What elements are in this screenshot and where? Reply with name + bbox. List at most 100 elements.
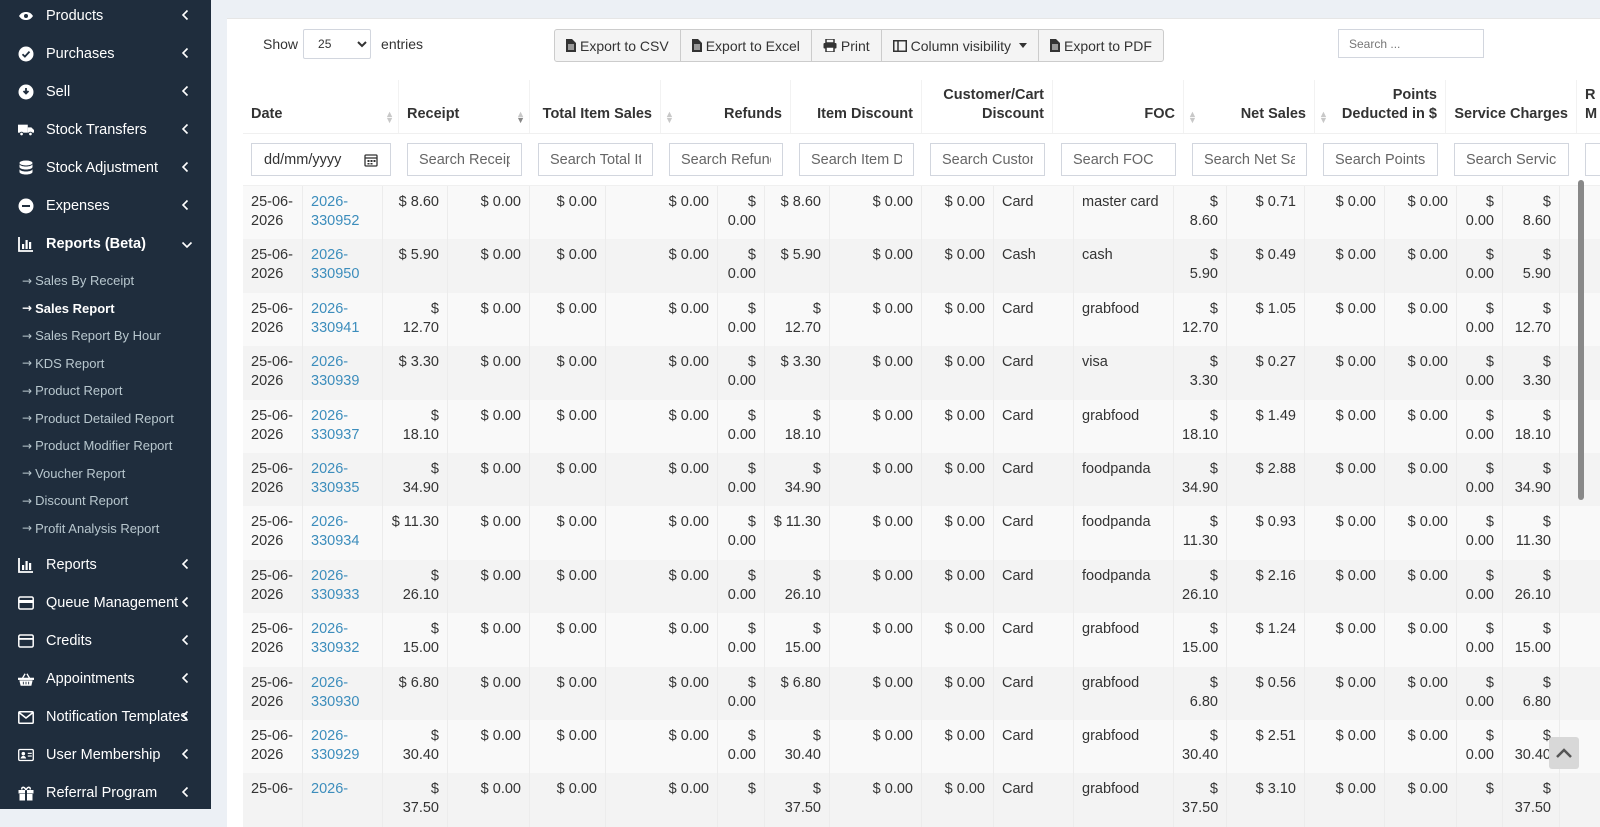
filter-cell-truncated	[1577, 143, 1600, 176]
sidebar-item-reports-beta[interactable]: Reports (Beta)	[0, 225, 211, 263]
submenu-item-profit-analysis-report[interactable]: → Profit Analysis Report	[0, 515, 211, 543]
column-header-service-charges[interactable]: Service Charges	[1446, 80, 1577, 133]
cell-c15: $ 0.00	[1457, 186, 1503, 240]
truncated-filter-input[interactable]	[1585, 143, 1600, 176]
cell-method: grabfood	[1074, 399, 1174, 453]
sidebar-item-credits[interactable]: Credits	[0, 622, 211, 660]
reports-beta-submenu: → Sales By Receipt → Sales Report → Sales Rep…	[0, 263, 211, 546]
sidebar-item-stock-transfers[interactable]: Stock Transfers	[0, 111, 211, 149]
cell-c13: $ 0.00	[1305, 452, 1385, 507]
service-charges-filter-input[interactable]	[1454, 143, 1569, 176]
submenu-item-product-modifier-report[interactable]: → Product Modifier Report	[0, 432, 211, 460]
receipt-filter-input[interactable]	[407, 143, 522, 176]
total-item-sales-filter-input[interactable]	[538, 143, 653, 176]
submenu-item-kds-report[interactable]: → KDS Report	[0, 350, 211, 378]
header-receipt-label: Receipt	[407, 106, 460, 122]
cell-gross: $ 34.90	[383, 452, 448, 507]
sidebar-item-user-membership[interactable]: User Membership	[0, 736, 211, 774]
sort-icon: ▲ ▼	[385, 109, 394, 125]
scrollbar[interactable]	[1578, 180, 1584, 500]
sidebar-item-label: Reports (Beta)	[46, 236, 146, 252]
submenu-item-sales-report-by-hour[interactable]: → Sales Report By Hour	[0, 322, 211, 350]
cell-c5: $ 0.00	[606, 452, 718, 507]
submenu-item-sales-by-receipt[interactable]: → Sales By Receipt	[0, 267, 211, 295]
sidebar-item-expenses[interactable]: Expenses	[0, 187, 211, 225]
receipt-link[interactable]: 2026-330934	[311, 514, 359, 549]
cell-tax: $ 2.51	[1227, 719, 1305, 774]
column-header-refunds[interactable]: ▲ ▼ Refunds	[661, 80, 791, 133]
column-header-total-item-sales[interactable]: Total Item Sales	[530, 80, 661, 133]
cell-c8: $ 0.00	[830, 719, 922, 774]
submenu-item-voucher-report[interactable]: → Voucher Report	[0, 460, 211, 488]
column-header-truncated[interactable]: R M	[1577, 80, 1600, 133]
cell-c14: $ 0.00	[1385, 292, 1457, 347]
sidebar-item-queue-management[interactable]: Queue Management	[0, 584, 211, 622]
calendar-icon[interactable]	[364, 153, 378, 167]
sidebar-item-stock-adjustment[interactable]: Stock Adjustment	[0, 149, 211, 187]
cell-tax: $ 0.27	[1227, 346, 1305, 400]
receipt-link[interactable]: 2026-330932	[311, 621, 359, 656]
print-button[interactable]: Print	[810, 29, 882, 62]
cell-receipt: 2026-330952	[303, 186, 383, 240]
column-header-cart-discount[interactable]: Customer/Cart Discount	[922, 80, 1053, 133]
export-pdf-button[interactable]: Export to PDF	[1038, 29, 1164, 62]
net-sales-filter-input[interactable]	[1192, 143, 1307, 176]
receipt-link[interactable]: 2026-330930	[311, 675, 359, 710]
cell-c13: $ 0.00	[1305, 506, 1385, 560]
receipt-link[interactable]: 2026-330941	[311, 301, 359, 336]
receipt-link[interactable]: 2026-	[311, 781, 348, 797]
submenu-item-product-report[interactable]: → Product Report	[0, 377, 211, 405]
receipt-link[interactable]: 2026-330939	[311, 354, 359, 389]
refunds-filter-input[interactable]	[669, 143, 783, 176]
truck-icon	[18, 122, 34, 138]
entries-label: entries	[381, 36, 424, 52]
export-csv-button[interactable]: Export to CSV	[554, 29, 681, 62]
sidebar-item-appointments[interactable]: Appointments	[0, 660, 211, 698]
cell-c6: $ 0.00	[718, 186, 765, 240]
submenu-item-sales-report[interactable]: → Sales Report	[0, 295, 211, 323]
report-box: Show 25 entries Export to CSV Export to …	[227, 18, 1600, 827]
column-header-net-sales[interactable]: ▲ ▼ Net Sales	[1184, 80, 1315, 133]
item-discount-filter-input[interactable]	[799, 143, 914, 176]
column-header-receipt[interactable]: Receipt ▲ ▼	[399, 80, 530, 133]
back-to-top-button[interactable]	[1549, 737, 1579, 769]
sidebar-item-reports[interactable]: Reports	[0, 546, 211, 584]
sidebar-item-products[interactable]: Products	[0, 0, 211, 35]
sidebar-item-purchases[interactable]: Purchases	[0, 35, 211, 73]
sidebar-item-sell[interactable]: Sell	[0, 73, 211, 111]
sidebar-item-notification-templates[interactable]: Notification Templates	[0, 698, 211, 736]
receipt-link[interactable]: 2026-330935	[311, 461, 359, 496]
column-header-item-discount[interactable]: Item Discount	[791, 80, 922, 133]
column-header-points-deducted[interactable]: ▲ ▼ Points Deducted in $	[1315, 80, 1446, 133]
submenu-item-label: Sales Report	[35, 300, 115, 316]
column-header-foc[interactable]: FOC	[1053, 80, 1184, 133]
sidebar-item-referral-program[interactable]: Referral Program	[0, 774, 211, 809]
receipt-link[interactable]: 2026-330950	[311, 247, 359, 282]
entries-select[interactable]: 25	[303, 29, 372, 59]
cell-c6: $ 0.00	[718, 506, 765, 560]
cell-c3: $ 0.00	[448, 186, 530, 240]
points-filter-input[interactable]	[1323, 143, 1438, 176]
minus-circle-icon	[18, 198, 34, 214]
foc-filter-input[interactable]	[1061, 143, 1176, 176]
cart-discount-filter-input[interactable]	[930, 143, 1045, 176]
submenu-item-product-detailed-report[interactable]: → Product Detailed Report	[0, 405, 211, 433]
receipt-link[interactable]: 2026-330933	[311, 568, 359, 603]
chevron-left-icon	[181, 748, 193, 760]
receipt-link[interactable]: 2026-330929	[311, 728, 359, 763]
cell-method: foodpanda	[1074, 452, 1174, 507]
date-filter-input[interactable]: dd/mm/yyyy	[251, 143, 391, 176]
cell-c13: $ 0.00	[1305, 346, 1385, 400]
submenu-item-discount-report[interactable]: → Discount Report	[0, 487, 211, 515]
cell-total: $ 6.80	[1503, 666, 1560, 720]
column-header-date[interactable]: Date ▲ ▼	[243, 80, 399, 133]
cell-c15: $ 0.00	[1457, 666, 1503, 720]
sort-desc-icon: ▲ ▼	[516, 109, 525, 125]
receipt-link[interactable]: 2026-330937	[311, 408, 359, 443]
receipt-link[interactable]: 2026-330952	[311, 194, 359, 229]
export-excel-button[interactable]: Export to Excel	[679, 29, 812, 62]
arrow-right-icon: →	[22, 521, 33, 536]
cell-c4: $ 0.00	[530, 773, 606, 827]
table-search-input[interactable]	[1338, 29, 1484, 58]
column-visibility-button[interactable]: Column visibility	[880, 29, 1040, 62]
